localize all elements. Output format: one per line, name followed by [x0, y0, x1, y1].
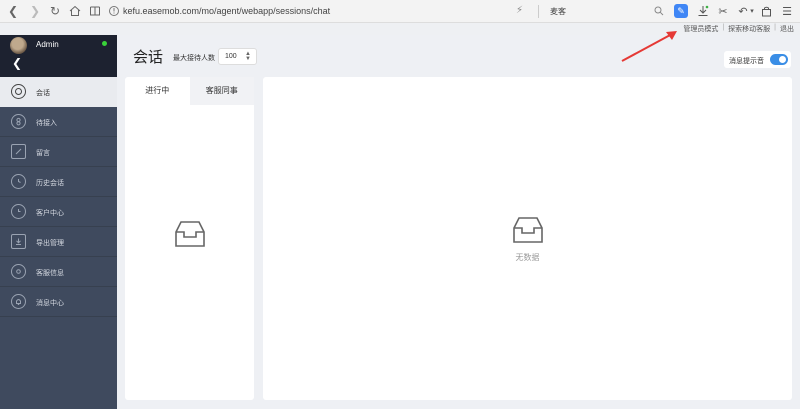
reload-icon[interactable]: ↻ [48, 4, 62, 18]
browser-search-input[interactable]: 麦客 [550, 6, 566, 17]
sidebar-item-messages[interactable]: 留言 [0, 137, 117, 167]
forward-icon[interactable]: ❯ [28, 4, 42, 18]
sidebar-item-customers[interactable]: 客户中心 [0, 197, 117, 227]
session-tabs: 进行中 客服同事 [125, 77, 254, 105]
explore-mobile-link[interactable]: 探索移动客服 [728, 24, 770, 34]
separator: | [774, 24, 776, 31]
tab-in-progress[interactable]: 进行中 [125, 77, 190, 105]
history-icon [11, 174, 26, 189]
sidebar-item-sessions[interactable]: 会话 [0, 77, 117, 107]
collapse-sidebar-icon[interactable]: ❮ [12, 57, 22, 69]
main-content: 会话 最大接待人数 100 ▲ ▼ 消息提示音 进行中 客服同事 无数据 [117, 35, 800, 409]
divider [538, 5, 539, 18]
sidebar-item-label: 客服信息 [36, 270, 64, 277]
sidebar-item-label: 留言 [36, 150, 50, 157]
tab-colleagues[interactable]: 客服同事 [189, 77, 254, 105]
customer-icon [11, 204, 26, 219]
notification-sound-control: 消息提示音 [724, 51, 791, 68]
bell-icon [11, 294, 26, 309]
sidebar-item-label: 待接入 [36, 120, 57, 127]
home-icon[interactable] [68, 4, 82, 18]
profile-panel: Admin ❮ [0, 35, 117, 77]
sidebar-item-queue[interactable]: 待接入 [0, 107, 117, 137]
empty-inbox-icon [173, 217, 207, 251]
search-icon[interactable] [654, 6, 664, 16]
app-top-bar: 管理员模式 | 探索移动客服 | 退出 [0, 23, 800, 35]
empty-inbox-icon [511, 213, 545, 247]
notification-sound-label: 消息提示音 [729, 58, 764, 65]
sidebar-item-export[interactable]: 导出管理 [0, 227, 117, 257]
bag-icon[interactable] [759, 4, 773, 18]
chat-icon [11, 84, 26, 99]
extension-icon[interactable]: ✎ [674, 4, 688, 18]
security-icon[interactable] [108, 5, 120, 17]
page-title: 会话 [133, 49, 164, 66]
avatar[interactable] [10, 37, 27, 54]
admin-mode-link[interactable]: 管理员模式 [683, 24, 718, 34]
max-reception-stepper[interactable]: 100 ▲ ▼ [218, 48, 257, 65]
sidebar-item-history[interactable]: 历史会话 [0, 167, 117, 197]
lightning-icon[interactable]: ⚡ [516, 5, 523, 16]
sidebar-item-label: 会话 [36, 90, 50, 97]
max-reception-label: 最大接待人数 [173, 55, 215, 62]
download-icon[interactable] [696, 4, 710, 18]
stepper-arrows-icon[interactable]: ▲ ▼ [245, 51, 251, 62]
online-status-dot [102, 41, 107, 46]
sidebar-item-label: 导出管理 [36, 240, 64, 247]
sidebar-item-label: 历史会话 [36, 180, 64, 187]
undo-dropdown-icon[interactable]: ▾ [745, 4, 759, 18]
sidebar-item-label: 消息中心 [36, 300, 64, 307]
menu-icon[interactable]: ☰ [780, 4, 794, 18]
reading-list-icon[interactable] [88, 4, 102, 18]
sidebar-menu: 会话 待接入 留言 历史会话 客户中心 导出管理 客服信息 消息中心 [0, 77, 117, 317]
sidebar-item-message-center[interactable]: 消息中心 [0, 287, 117, 317]
session-list-panel: 进行中 客服同事 [125, 77, 254, 400]
back-icon[interactable]: ❮ [6, 4, 20, 18]
top-links: 管理员模式 | 探索移动客服 | 退出 [683, 24, 794, 34]
chat-panel: 无数据 [263, 77, 792, 400]
notification-sound-toggle[interactable] [770, 54, 788, 65]
settings-icon [11, 264, 26, 279]
logout-link[interactable]: 退出 [780, 24, 794, 34]
separator: | [722, 24, 725, 31]
scissors-icon[interactable]: ✂ [716, 4, 730, 18]
sidebar: Admin ❮ 会话 待接入 留言 历史会话 客户中心 导出管理 客服信息 消息… [0, 35, 117, 409]
max-reception-value: 100 [225, 53, 237, 60]
sidebar-item-label: 客户中心 [36, 210, 64, 217]
message-icon [11, 144, 26, 159]
download-icon [11, 234, 26, 249]
sidebar-item-agent-info[interactable]: 客服信息 [0, 257, 117, 287]
browser-toolbar: ❮ ❯ ↻ kefu.easemob.com/mo/agent/webapp/s… [0, 0, 800, 23]
address-bar[interactable]: kefu.easemob.com/mo/agent/webapp/session… [123, 6, 330, 16]
queue-icon [11, 114, 26, 129]
profile-name: Admin [36, 40, 59, 49]
empty-state-text: 无数据 [515, 253, 540, 262]
